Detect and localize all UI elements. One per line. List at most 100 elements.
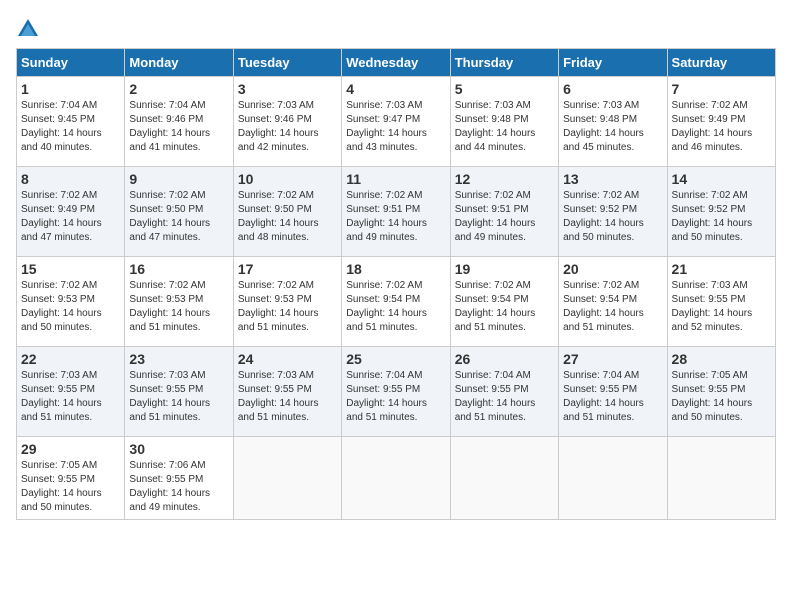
- header-cell-monday: Monday: [125, 49, 233, 77]
- day-cell: [559, 437, 667, 520]
- day-cell: 19 Sunrise: 7:02 AMSunset: 9:54 PMDayligh…: [450, 257, 558, 347]
- day-info: Sunrise: 7:04 AMSunset: 9:46 PMDaylight:…: [129, 99, 228, 155]
- day-number: 13: [563, 171, 662, 187]
- day-cell: [342, 437, 450, 520]
- day-cell: 26Sunrise: 7:04 AMSunset: 9:55 PMDayligh…: [450, 347, 558, 437]
- week-row-5: 29 Sunrise: 7:05 AMSunset: 9:55 PMDayligh…: [17, 437, 776, 520]
- day-number: 19: [455, 261, 554, 277]
- day-info: Sunrise: 7:05 AMSunset: 9:55 PMDaylight:…: [672, 369, 771, 425]
- day-number: 14: [672, 171, 771, 187]
- day-info: Sunrise: 7:02 AMSunset: 9:50 PMDaylight:…: [238, 189, 337, 245]
- day-cell: 11 Sunrise: 7:02 AMSunset: 9:51 PMDayligh…: [342, 167, 450, 257]
- day-number: 16: [129, 261, 228, 277]
- day-info: Sunrise: 7:05 AMSunset: 9:55 PMDaylight:…: [21, 459, 120, 515]
- day-number: 2: [129, 81, 228, 97]
- day-number: 9: [129, 171, 228, 187]
- day-number: 28: [672, 351, 771, 367]
- header-cell-saturday: Saturday: [667, 49, 775, 77]
- day-cell: 22 Sunrise: 7:03 AMSunset: 9:55 PMDayligh…: [17, 347, 125, 437]
- day-number: 15: [21, 261, 120, 277]
- day-cell: 4 Sunrise: 7:03 AMSunset: 9:47 PMDaylight…: [342, 77, 450, 167]
- logo-icon: [16, 16, 40, 40]
- day-cell: 12 Sunrise: 7:02 AMSunset: 9:51 PMDayligh…: [450, 167, 558, 257]
- day-cell: 15 Sunrise: 7:02 AMSunset: 9:53 PMDayligh…: [17, 257, 125, 347]
- week-row-2: 8 Sunrise: 7:02 AMSunset: 9:49 PMDaylight…: [17, 167, 776, 257]
- day-number: 25: [346, 351, 445, 367]
- day-info: Sunrise: 7:02 AMSunset: 9:54 PMDaylight:…: [455, 279, 554, 335]
- day-number: 8: [21, 171, 120, 187]
- week-row-1: 1Sunrise: 7:04 AMSunset: 9:45 PMDaylight…: [17, 77, 776, 167]
- day-cell: 2 Sunrise: 7:04 AMSunset: 9:46 PMDaylight…: [125, 77, 233, 167]
- day-info: Sunrise: 7:02 AMSunset: 9:54 PMDaylight:…: [346, 279, 445, 335]
- day-info: Sunrise: 7:03 AMSunset: 9:55 PMDaylight:…: [21, 369, 120, 425]
- day-cell: 29 Sunrise: 7:05 AMSunset: 9:55 PMDayligh…: [17, 437, 125, 520]
- day-cell: 17 Sunrise: 7:02 AMSunset: 9:53 PMDayligh…: [233, 257, 341, 347]
- header-cell-tuesday: Tuesday: [233, 49, 341, 77]
- header-cell-sunday: Sunday: [17, 49, 125, 77]
- day-cell: 6Sunrise: 7:03 AMSunset: 9:48 PMDaylight…: [559, 77, 667, 167]
- day-info: Sunrise: 7:02 AMSunset: 9:51 PMDaylight:…: [346, 189, 445, 245]
- day-info: Sunrise: 7:04 AMSunset: 9:55 PMDaylight:…: [563, 369, 662, 425]
- day-number: 12: [455, 171, 554, 187]
- day-number: 29: [21, 441, 120, 457]
- header-row: SundayMondayTuesdayWednesdayThursdayFrid…: [17, 49, 776, 77]
- day-cell: 28 Sunrise: 7:05 AMSunset: 9:55 PMDayligh…: [667, 347, 775, 437]
- day-info: Sunrise: 7:02 AMSunset: 9:53 PMDaylight:…: [129, 279, 228, 335]
- day-info: Sunrise: 7:02 AMSunset: 9:52 PMDaylight:…: [563, 189, 662, 245]
- day-cell: [233, 437, 341, 520]
- day-number: 4: [346, 81, 445, 97]
- day-info: Sunrise: 7:02 AMSunset: 9:53 PMDaylight:…: [21, 279, 120, 335]
- day-cell: 8 Sunrise: 7:02 AMSunset: 9:49 PMDaylight…: [17, 167, 125, 257]
- day-info: Sunrise: 7:02 AMSunset: 9:50 PMDaylight:…: [129, 189, 228, 245]
- week-row-4: 22 Sunrise: 7:03 AMSunset: 9:55 PMDayligh…: [17, 347, 776, 437]
- day-number: 10: [238, 171, 337, 187]
- day-number: 21: [672, 261, 771, 277]
- day-cell: 3Sunrise: 7:03 AMSunset: 9:46 PMDaylight…: [233, 77, 341, 167]
- day-cell: 9 Sunrise: 7:02 AMSunset: 9:50 PMDaylight…: [125, 167, 233, 257]
- week-row-3: 15 Sunrise: 7:02 AMSunset: 9:53 PMDayligh…: [17, 257, 776, 347]
- day-number: 20: [563, 261, 662, 277]
- day-number: 18: [346, 261, 445, 277]
- day-info: Sunrise: 7:06 AMSunset: 9:55 PMDaylight:…: [129, 459, 228, 515]
- day-info: Sunrise: 7:02 AMSunset: 9:51 PMDaylight:…: [455, 189, 554, 245]
- day-number: 17: [238, 261, 337, 277]
- day-cell: 30Sunrise: 7:06 AMSunset: 9:55 PMDayligh…: [125, 437, 233, 520]
- day-info: Sunrise: 7:03 AMSunset: 9:47 PMDaylight:…: [346, 99, 445, 155]
- day-cell: [667, 437, 775, 520]
- logo: [16, 16, 44, 40]
- day-info: Sunrise: 7:02 AMSunset: 9:49 PMDaylight:…: [672, 99, 771, 155]
- day-number: 7: [672, 81, 771, 97]
- header-cell-wednesday: Wednesday: [342, 49, 450, 77]
- day-info: Sunrise: 7:03 AMSunset: 9:55 PMDaylight:…: [672, 279, 771, 335]
- day-cell: 27 Sunrise: 7:04 AMSunset: 9:55 PMDayligh…: [559, 347, 667, 437]
- day-info: Sunrise: 7:02 AMSunset: 9:49 PMDaylight:…: [21, 189, 120, 245]
- day-cell: 7 Sunrise: 7:02 AMSunset: 9:49 PMDaylight…: [667, 77, 775, 167]
- day-cell: 24Sunrise: 7:03 AMSunset: 9:55 PMDayligh…: [233, 347, 341, 437]
- day-cell: 25 Sunrise: 7:04 AMSunset: 9:55 PMDayligh…: [342, 347, 450, 437]
- day-cell: 23Sunrise: 7:03 AMSunset: 9:55 PMDayligh…: [125, 347, 233, 437]
- day-number: 23: [129, 351, 228, 367]
- day-info: Sunrise: 7:03 AMSunset: 9:48 PMDaylight:…: [563, 99, 662, 155]
- header: [16, 16, 776, 40]
- day-info: Sunrise: 7:02 AMSunset: 9:52 PMDaylight:…: [672, 189, 771, 245]
- day-info: Sunrise: 7:04 AMSunset: 9:55 PMDaylight:…: [455, 369, 554, 425]
- day-cell: 10 Sunrise: 7:02 AMSunset: 9:50 PMDayligh…: [233, 167, 341, 257]
- day-cell: 16 Sunrise: 7:02 AMSunset: 9:53 PMDayligh…: [125, 257, 233, 347]
- day-number: 11: [346, 171, 445, 187]
- day-cell: [450, 437, 558, 520]
- day-number: 27: [563, 351, 662, 367]
- day-cell: 20Sunrise: 7:02 AMSunset: 9:54 PMDayligh…: [559, 257, 667, 347]
- day-cell: 21 Sunrise: 7:03 AMSunset: 9:55 PMDayligh…: [667, 257, 775, 347]
- day-number: 1: [21, 81, 120, 97]
- day-cell: 14 Sunrise: 7:02 AMSunset: 9:52 PMDayligh…: [667, 167, 775, 257]
- calendar-table: SundayMondayTuesdayWednesdayThursdayFrid…: [16, 48, 776, 520]
- day-number: 3: [238, 81, 337, 97]
- day-cell: 1Sunrise: 7:04 AMSunset: 9:45 PMDaylight…: [17, 77, 125, 167]
- day-number: 5: [455, 81, 554, 97]
- day-cell: 13 Sunrise: 7:02 AMSunset: 9:52 PMDayligh…: [559, 167, 667, 257]
- day-info: Sunrise: 7:02 AMSunset: 9:53 PMDaylight:…: [238, 279, 337, 335]
- day-number: 22: [21, 351, 120, 367]
- day-info: Sunrise: 7:03 AMSunset: 9:48 PMDaylight:…: [455, 99, 554, 155]
- day-info: Sunrise: 7:04 AMSunset: 9:55 PMDaylight:…: [346, 369, 445, 425]
- day-cell: 18 Sunrise: 7:02 AMSunset: 9:54 PMDayligh…: [342, 257, 450, 347]
